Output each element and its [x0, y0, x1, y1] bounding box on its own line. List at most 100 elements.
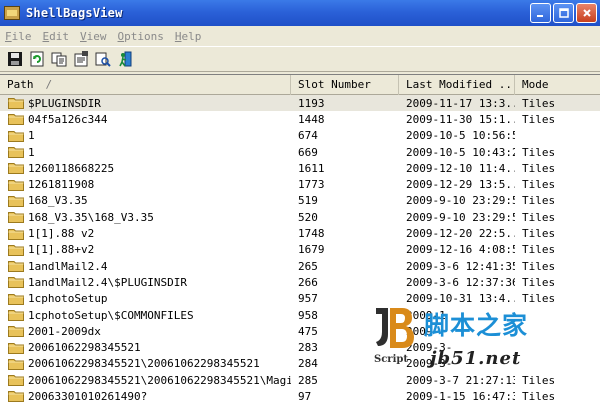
menu-view[interactable]: View — [80, 30, 107, 43]
cell-slot-number: 520 — [298, 210, 318, 224]
folder-icon — [8, 228, 24, 240]
cell-mode: Tiles — [522, 227, 556, 241]
minimize-icon — [536, 15, 543, 17]
cell-last-modified: 2009-11-17 13:3... — [406, 96, 515, 110]
find-button[interactable] — [94, 51, 111, 68]
column-header-slot-number[interactable]: Slot Number — [291, 75, 399, 95]
table-row[interactable]: 1cphotoSetup 957 2009-10-31 13:4... Tiles — [0, 291, 600, 307]
folder-icon — [8, 326, 24, 338]
table-row[interactable]: 168_V3.35\168_V3.35 520 2009-9-10 23:29:57… — [0, 209, 600, 225]
folder-icon — [8, 358, 24, 370]
table-row[interactable]: 1[1].88 v2 1748 2009-12-20 22:5... Tiles — [0, 225, 600, 241]
table-row[interactable]: 04f5a126c344 1448 2009-11-30 15:1... Tiles — [0, 111, 600, 127]
column-header-last-modified[interactable]: Last Modified ... — [399, 75, 515, 95]
cell-slot-number: 957 — [298, 292, 318, 306]
shellbags-list[interactable]: Path / Slot Number Last Modified ... Mode… — [0, 74, 600, 409]
path-text: 20061062298345521 — [28, 341, 141, 355]
window-title: ShellBagsView — [26, 6, 123, 20]
cell-slot-number: 1748 — [298, 227, 325, 241]
table-row[interactable]: 1 669 2009-10-5 10:43:24 Tiles — [0, 144, 600, 160]
table-row[interactable]: 1260118668225 1611 2009-12-10 11:4... Tiles — [0, 160, 600, 176]
table-row[interactable]: $PLUGINSDIR 1193 2009-11-17 13:3... Tiles — [0, 95, 600, 112]
table-row[interactable]: 1andlMail2.4\$PLUGINSDIR 266 2009-3-6 12:3… — [0, 274, 600, 290]
cell-slot-number: 283 — [298, 341, 318, 355]
cell-last-modified: 2009-12-16 4:08:56 — [406, 243, 515, 257]
cell-path: 20061062298345521\20061062298345521\Magi… — [0, 374, 291, 387]
cell-path: 168_V3.35 — [0, 194, 291, 207]
table-row[interactable]: 20061062298345521\20061062298345521\Magi… — [0, 372, 600, 388]
cell-mode: Tiles — [522, 275, 556, 289]
menu-help[interactable]: Help — [175, 30, 202, 43]
refresh-icon — [30, 51, 43, 67]
cell-path: 1andlMail2.4\$PLUGINSDIR — [0, 276, 291, 289]
cell-slot-number: 1679 — [298, 243, 325, 257]
exit-button[interactable] — [116, 51, 133, 68]
cell-path: 1[1].88+v2 — [0, 243, 291, 256]
table-row[interactable]: 20061062298345521 283 2009-3- — [0, 339, 600, 355]
cell-last-modified: 2009-12-29 13:5... — [406, 178, 515, 192]
cell-last-modified: 2009-10-31 13:4... — [406, 292, 515, 306]
table-row[interactable]: 1andlMail2.4 265 2009-3-6 12:41:35 Tiles — [0, 258, 600, 274]
table-row[interactable]: 1261811908 1773 2009-12-29 13:5... Tiles — [0, 176, 600, 192]
maximize-button[interactable] — [553, 3, 574, 23]
cell-path: 1 — [0, 129, 291, 142]
properties-button[interactable] — [72, 51, 89, 68]
cell-slot-number: 266 — [298, 275, 318, 289]
cell-path: 1 — [0, 146, 291, 159]
table-row[interactable]: 1cphotoSetup\$COMMONFILES 958 2009-1 — [0, 307, 600, 323]
table-row[interactable]: 168_V3.35 519 2009-9-10 23:29:55 Tiles — [0, 193, 600, 209]
cell-slot-number: 674 — [298, 129, 318, 143]
path-text: 04f5a126c344 — [28, 112, 108, 126]
properties-icon — [74, 51, 88, 67]
table-row[interactable]: 1 674 2009-10-5 10:56:52 — [0, 128, 600, 144]
folder-icon — [8, 391, 24, 403]
refresh-button[interactable] — [28, 51, 45, 68]
folder-icon — [8, 212, 24, 224]
cell-slot-number: 265 — [298, 259, 318, 273]
find-icon — [95, 52, 111, 67]
menu-options[interactable]: Options — [118, 30, 164, 43]
cell-mode: Tiles — [522, 389, 556, 403]
path-text: 1 — [28, 129, 35, 143]
cell-path: 2001-2009dx — [0, 325, 291, 338]
cell-mode: Tiles — [522, 373, 556, 387]
path-text: 1andlMail2.4 — [28, 259, 108, 273]
path-text: 168_V3.35 — [28, 194, 88, 208]
cell-slot-number: 1448 — [298, 112, 325, 126]
cell-path: 1cphotoSetup — [0, 292, 291, 305]
table-row[interactable]: 1[1].88+v2 1679 2009-12-16 4:08:56 Tiles — [0, 242, 600, 258]
menu-bar: File Edit View Options Help — [0, 26, 600, 46]
copy-button[interactable] — [50, 51, 67, 68]
folder-icon — [8, 261, 24, 273]
cell-mode: Tiles — [522, 194, 556, 208]
path-text: 20061062298345521\20061062298345521\Magi… — [28, 373, 291, 387]
cell-slot-number: 669 — [298, 145, 318, 159]
path-text: 1[1].88 v2 — [28, 227, 95, 241]
folder-icon — [8, 147, 24, 159]
table-row[interactable]: 20061062298345521\20061062298345521 284 20… — [0, 356, 600, 372]
cell-slot-number: 1611 — [298, 161, 325, 175]
cell-last-modified: 2009-3- — [406, 341, 453, 355]
cell-path: 1260118668225 — [0, 162, 291, 175]
column-header-path[interactable]: Path / — [0, 75, 291, 95]
menu-file[interactable]: File — [5, 30, 32, 43]
minimize-button[interactable] — [530, 3, 551, 23]
title-bar[interactable]: ShellBagsView — [0, 0, 600, 26]
path-text: 20061062298345521\20061062298345521 — [28, 357, 260, 371]
save-button[interactable] — [6, 51, 23, 68]
menu-edit[interactable]: Edit — [43, 30, 70, 43]
cell-last-modified: 2009-3-6 12:37:36 — [406, 275, 515, 289]
cell-slot-number: 958 — [298, 308, 318, 322]
column-header-mode[interactable]: Mode — [515, 75, 600, 95]
folder-icon — [8, 179, 24, 191]
maximize-icon — [558, 8, 569, 18]
table-row[interactable]: 2001-2009dx 475 2009- — [0, 323, 600, 339]
close-button[interactable] — [576, 3, 597, 23]
cell-last-modified: 2009-11-30 15:1... — [406, 112, 515, 126]
cell-mode: Tiles — [522, 112, 556, 126]
cell-path: 20063301010261490? — [0, 390, 291, 403]
path-text: 1261811908 — [28, 178, 95, 192]
table-row[interactable]: 20063301010261490? 97 2009-1-15 16:47:30 Ti… — [0, 388, 600, 404]
cell-path: $PLUGINSDIR — [0, 97, 291, 110]
cell-slot-number: 519 — [298, 194, 318, 208]
